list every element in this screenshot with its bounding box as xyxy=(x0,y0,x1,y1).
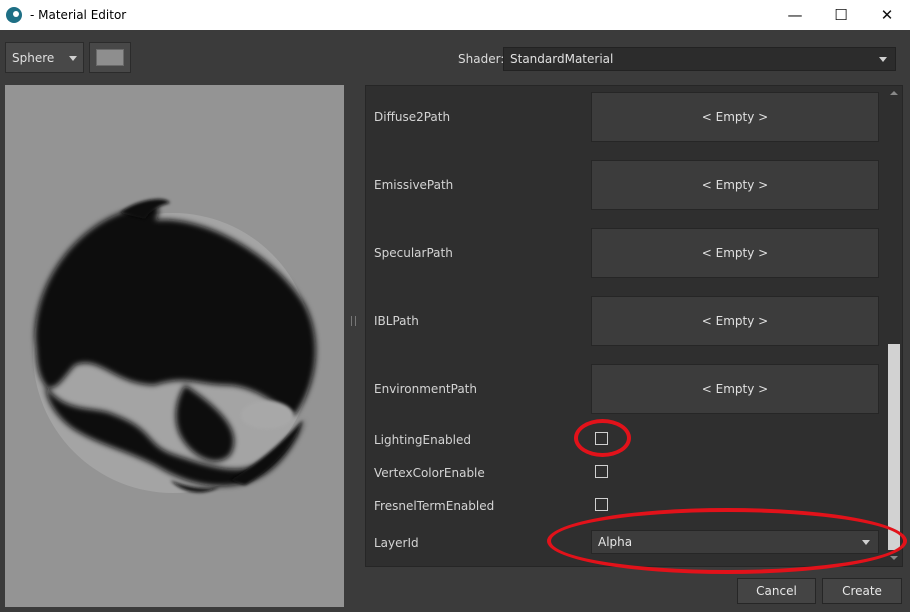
window-controls: — ☐ ✕ xyxy=(772,0,910,30)
shader-label: Shader: xyxy=(458,52,505,66)
scroll-up-icon[interactable] xyxy=(890,91,898,95)
minimize-button[interactable]: — xyxy=(772,0,818,30)
title-bar: - Material Editor — ☐ ✕ xyxy=(0,0,910,30)
chevron-down-icon xyxy=(862,540,870,545)
color-swatch xyxy=(96,49,124,66)
layerid-dropdown[interactable]: Alpha xyxy=(591,530,879,554)
app-logo-icon xyxy=(6,7,22,23)
property-label: VertexColorEnable xyxy=(374,466,485,480)
layerid-value: Alpha xyxy=(598,535,633,549)
close-button[interactable]: ✕ xyxy=(864,0,910,30)
scrollbar-thumb[interactable] xyxy=(888,344,900,550)
environmentpath-picker-button[interactable]: < Empty > xyxy=(591,364,879,414)
property-label: FresnelTermEnabled xyxy=(374,499,495,513)
preview-shape-value: Sphere xyxy=(12,50,55,65)
background-color-button[interactable] xyxy=(89,42,131,73)
chevron-down-icon xyxy=(69,56,77,61)
preview-sphere-render xyxy=(33,199,316,493)
toolbar: Sphere Shader: StandardMaterial xyxy=(0,30,910,86)
shader-value: StandardMaterial xyxy=(510,52,614,66)
shader-dropdown[interactable]: StandardMaterial xyxy=(503,47,896,71)
material-preview-viewport[interactable] xyxy=(5,85,344,607)
scroll-down-icon[interactable] xyxy=(890,556,898,560)
property-label: IBLPath xyxy=(374,314,419,328)
fresneltermenabled-checkbox[interactable] xyxy=(595,498,608,511)
diffuse2path-picker-button[interactable]: < Empty > xyxy=(591,92,879,142)
property-label: SpecularPath xyxy=(374,246,453,260)
splitter-handle[interactable] xyxy=(351,316,356,326)
property-label: EnvironmentPath xyxy=(374,382,477,396)
maximize-button[interactable]: ☐ xyxy=(818,0,864,30)
iblpath-picker-button[interactable]: < Empty > xyxy=(591,296,879,346)
property-label: LayerId xyxy=(374,536,419,550)
vertexcolorenable-checkbox[interactable] xyxy=(595,465,608,478)
specularpath-picker-button[interactable]: < Empty > xyxy=(591,228,879,278)
window-title: - Material Editor xyxy=(30,8,127,22)
create-button[interactable]: Create xyxy=(822,578,902,604)
preview-shape-dropdown[interactable]: Sphere xyxy=(5,42,84,73)
properties-scrollbar[interactable] xyxy=(886,86,902,566)
chevron-down-icon xyxy=(879,57,887,62)
cancel-button[interactable]: Cancel xyxy=(737,578,816,604)
property-label: Diffuse2Path xyxy=(374,110,451,124)
emissivepath-picker-button[interactable]: < Empty > xyxy=(591,160,879,210)
properties-panel: Diffuse2Path < Empty > EmissivePath < Em… xyxy=(365,85,903,567)
property-label: EmissivePath xyxy=(374,178,454,192)
property-label: LightingEnabled xyxy=(374,433,471,447)
lightingenabled-checkbox[interactable] xyxy=(595,432,608,445)
